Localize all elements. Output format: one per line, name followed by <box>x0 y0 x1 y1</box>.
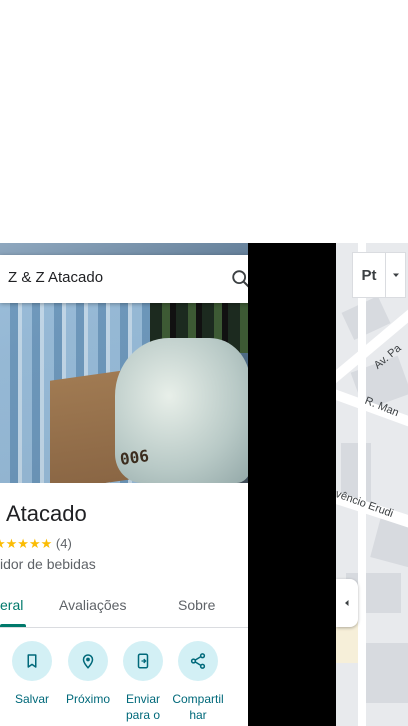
tab-about[interactable]: Sobre <box>178 597 215 613</box>
save-button[interactable]: Salvar <box>4 641 60 707</box>
map-block <box>366 643 408 703</box>
panel-divider <box>248 243 336 726</box>
review-count[interactable]: (4) <box>56 536 72 551</box>
save-label: Salvar <box>14 692 49 706</box>
tab-reviews[interactable]: Avaliações <box>59 597 126 613</box>
send-to-phone-icon <box>137 653 149 669</box>
bookmark-icon <box>27 654 37 668</box>
chevron-left-icon <box>345 600 349 606</box>
send-label: Enviar para o <box>125 692 161 722</box>
send-to-phone-button[interactable]: Enviar para o <box>115 641 171 723</box>
rating-stars: ★★★★★ <box>0 536 53 551</box>
map-canvas[interactable]: Av. Pa R. Man vêncio Erudi <box>336 243 408 726</box>
search-input[interactable]: Z & Z Atacado <box>8 269 103 286</box>
nearby-label: Próximo <box>65 692 110 706</box>
place-title: Atacado <box>6 501 87 526</box>
nearby-icon <box>82 654 94 669</box>
active-tab-indicator <box>0 624 26 627</box>
photo-box-print: 006 <box>118 446 151 469</box>
place-category[interactable]: idor de bebidas <box>0 556 96 572</box>
collapse-panel-button[interactable] <box>336 579 358 627</box>
share-circle <box>178 641 218 681</box>
map-layer-button[interactable]: Pt <box>352 252 386 298</box>
tab-overview[interactable]: eral <box>0 597 23 613</box>
nearby-circle <box>68 641 108 681</box>
nearby-button[interactable]: Próximo <box>60 641 116 707</box>
save-circle <box>12 641 52 681</box>
place-tabs: eral Avaliações Sobre <box>0 585 248 628</box>
share-icon <box>190 653 206 669</box>
chevron-down-icon <box>392 273 399 277</box>
send-circle <box>123 641 163 681</box>
map-road <box>358 243 366 726</box>
map-layer-dropdown[interactable] <box>386 252 406 298</box>
rating-row[interactable]: ★★★★★ (4) <box>0 536 72 552</box>
share-button[interactable]: Compartilhar <box>170 641 226 723</box>
share-label: Compartilhar <box>172 692 224 722</box>
